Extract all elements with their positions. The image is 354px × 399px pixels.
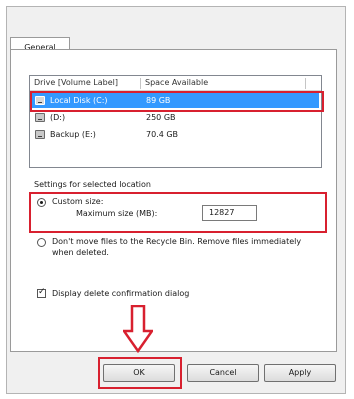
custom-size-radio[interactable] xyxy=(37,198,46,207)
max-size-label: Maximum size (MB): xyxy=(76,209,158,218)
ok-button[interactable]: OK xyxy=(103,364,175,382)
max-size-input[interactable]: 12827 xyxy=(202,205,257,221)
column-header-drive[interactable]: Drive [Volume Label] xyxy=(30,76,118,91)
list-header: Drive [Volume Label] Space Available xyxy=(30,76,321,91)
drive-row-d[interactable]: (D:) 250 GB xyxy=(32,110,319,125)
cancel-button[interactable]: Cancel xyxy=(187,364,259,382)
dont-move-radio[interactable] xyxy=(37,238,46,247)
dont-move-label: Don't move files to the Recycle Bin. Rem… xyxy=(52,237,302,257)
highlight-selected-drive xyxy=(30,91,324,112)
confirm-label: Display delete confirmation dialog xyxy=(52,289,190,298)
drive-name: (D:) xyxy=(50,113,66,122)
column-separator[interactable] xyxy=(305,78,306,89)
column-header-space[interactable]: Space Available xyxy=(141,76,208,91)
settings-group-label: Settings for selected location xyxy=(34,180,151,189)
arrow-down-icon xyxy=(123,305,153,353)
drive-space: 70.4 GB xyxy=(146,130,179,139)
drive-space: 250 GB xyxy=(146,113,176,122)
drive-name: Backup (E:) xyxy=(50,130,96,139)
hard-drive-icon xyxy=(35,130,45,139)
apply-button[interactable]: Apply xyxy=(264,364,336,382)
custom-size-label: Custom size: xyxy=(52,197,104,206)
drive-list[interactable]: Drive [Volume Label] Space Available Loc… xyxy=(29,75,322,168)
drive-row-e[interactable]: Backup (E:) 70.4 GB xyxy=(32,127,319,142)
confirm-checkbox[interactable] xyxy=(37,287,46,298)
hard-drive-icon xyxy=(35,113,45,122)
